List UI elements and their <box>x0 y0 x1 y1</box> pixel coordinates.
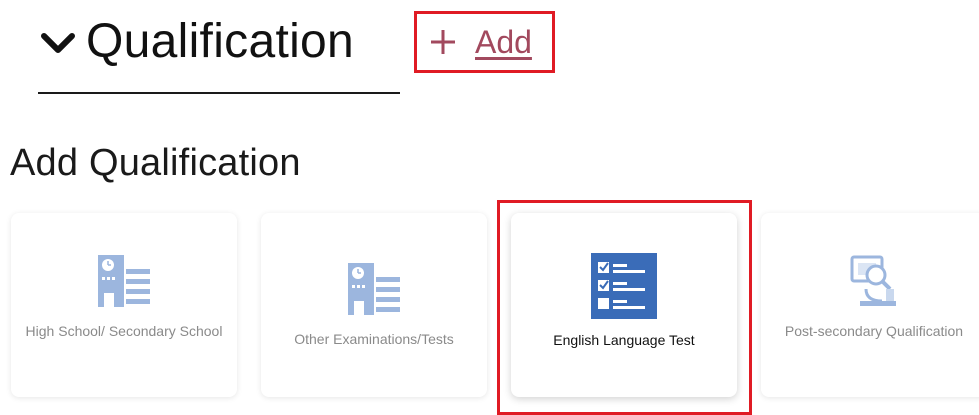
checklist-icon <box>591 253 657 319</box>
qualification-section-header[interactable]: Qualification <box>38 12 354 72</box>
card-post-secondary[interactable]: Post-secondary Qualification <box>761 213 979 397</box>
card-label: Other Examinations/Tests <box>294 331 454 347</box>
card-other-examinations[interactable]: Other Examinations/Tests <box>261 213 487 397</box>
add-qualification-heading: Add Qualification <box>10 142 301 184</box>
add-qualification-button[interactable]: Add <box>414 11 555 73</box>
card-label: English Language Test <box>553 332 695 348</box>
card-label: Post-secondary Qualification <box>784 323 964 339</box>
card-high-school[interactable]: High School/ Secondary School <box>11 213 237 397</box>
plus-icon <box>429 28 457 56</box>
chevron-down-icon[interactable] <box>38 23 78 63</box>
header-divider <box>38 92 400 94</box>
card-label: High School/ Secondary School <box>25 323 223 339</box>
card-english-language-test[interactable]: English Language Test <box>511 213 737 397</box>
examination-building-icon <box>346 261 402 317</box>
section-title: Qualification <box>86 15 355 68</box>
add-button-label: Add <box>475 23 532 60</box>
microscope-icon <box>846 253 902 309</box>
school-building-icon <box>96 253 152 309</box>
